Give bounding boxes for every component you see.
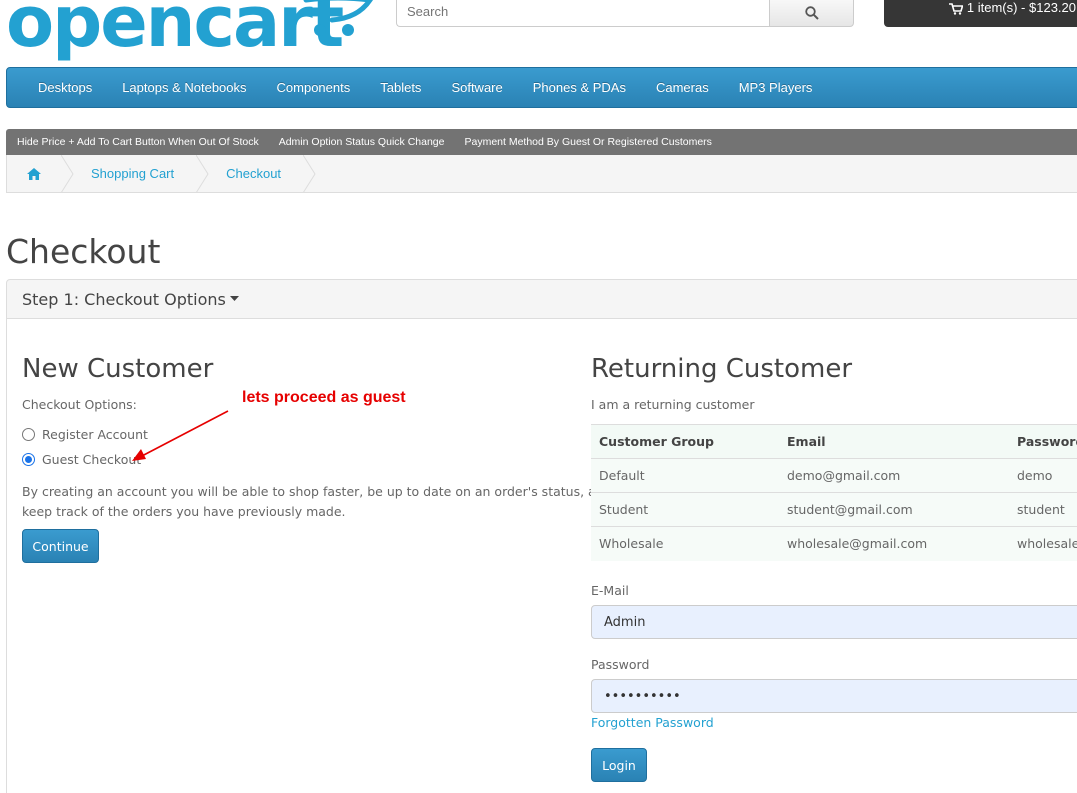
demo-credentials-table: Customer Group Email Password Default de… bbox=[591, 424, 1077, 561]
shopping-cart-icon bbox=[948, 3, 963, 15]
opencart-logo[interactable]: opencart bbox=[6, 0, 374, 63]
breadcrumb-separator bbox=[303, 154, 316, 193]
register-account-radio[interactable] bbox=[22, 428, 35, 441]
cell-email: demo@gmail.com bbox=[779, 458, 1009, 493]
promo-bar: Hide Price + Add To Cart Button When Out… bbox=[6, 129, 1077, 155]
continue-button[interactable]: Continue bbox=[22, 529, 99, 563]
returning-customer-heading: Returning Customer bbox=[591, 354, 853, 384]
cell-group: Student bbox=[591, 492, 779, 527]
menu-item-laptops[interactable]: Laptops & Notebooks bbox=[107, 80, 261, 95]
guest-checkout-label: Guest Checkout bbox=[42, 452, 142, 467]
menu-item-mp3-players[interactable]: MP3 Players bbox=[724, 80, 828, 95]
cell-email: student@gmail.com bbox=[779, 492, 1009, 527]
cart-total: 1 item(s) - $123.20 bbox=[966, 0, 1076, 15]
annotation-arrow bbox=[132, 410, 229, 461]
promo-link-admin-option[interactable]: Admin Option Status Quick Change bbox=[279, 136, 445, 148]
search-input[interactable] bbox=[396, 0, 769, 27]
cart-button[interactable]: 1 item(s) - $123.20 bbox=[884, 0, 1077, 27]
promo-link-hide-price[interactable]: Hide Price + Add To Cart Button When Out… bbox=[17, 136, 259, 148]
forgotten-password-link[interactable]: Forgotten Password bbox=[591, 715, 714, 730]
search-icon bbox=[804, 5, 819, 20]
checkout-step-1-header[interactable]: Step 1: Checkout Options bbox=[6, 279, 1077, 319]
login-button[interactable]: Login bbox=[591, 748, 647, 782]
cell-email: wholesale@gmail.com bbox=[779, 526, 1009, 561]
cart-logo-icon bbox=[303, 0, 374, 36]
checkout-options-label: Checkout Options: bbox=[22, 397, 137, 412]
table-row: Default demo@gmail.com demo bbox=[591, 458, 1077, 493]
guest-checkout-radio[interactable] bbox=[22, 453, 35, 466]
menu-item-desktops[interactable]: Desktops bbox=[23, 80, 107, 95]
main-menu: Desktops Laptops & Notebooks Components … bbox=[6, 67, 1077, 108]
breadcrumb: Shopping Cart Checkout bbox=[6, 154, 1077, 193]
email-field[interactable]: Admin bbox=[591, 605, 1077, 639]
cell-group: Wholesale bbox=[591, 526, 779, 561]
page-title: Checkout bbox=[6, 232, 161, 271]
description-line-1: By creating an account you will be able … bbox=[22, 484, 612, 499]
new-customer-heading: New Customer bbox=[22, 354, 214, 384]
menu-item-phones[interactable]: Phones & PDAs bbox=[518, 80, 641, 95]
description-line-2: keep track of the orders you have previo… bbox=[22, 504, 346, 519]
breadcrumb-separator bbox=[196, 154, 209, 193]
home-icon bbox=[27, 167, 41, 180]
guest-checkout-option[interactable]: Guest Checkout bbox=[22, 452, 141, 467]
logo-text: opencart bbox=[6, 0, 344, 63]
breadcrumb-shopping-cart[interactable]: Shopping Cart bbox=[75, 155, 196, 193]
header-password: Password bbox=[1009, 424, 1077, 459]
breadcrumb-separator bbox=[61, 154, 74, 193]
table-row: Wholesale wholesale@gmail.com wholesale bbox=[591, 526, 1077, 561]
promo-link-payment-method[interactable]: Payment Method By Guest Or Registered Cu… bbox=[464, 136, 711, 148]
menu-item-components[interactable]: Components bbox=[262, 80, 366, 95]
table-row: Student student@gmail.com student bbox=[591, 492, 1077, 527]
search-bar bbox=[396, 0, 854, 27]
caret-down-icon bbox=[229, 296, 239, 301]
password-field[interactable]: •••••••••• bbox=[591, 679, 1077, 713]
menu-item-tablets[interactable]: Tablets bbox=[365, 80, 436, 95]
cell-password: wholesale bbox=[1009, 526, 1077, 561]
table-header-row: Customer Group Email Password bbox=[591, 424, 1077, 459]
cell-password: demo bbox=[1009, 458, 1077, 493]
breadcrumb-checkout[interactable]: Checkout bbox=[210, 155, 303, 193]
header-email: Email bbox=[779, 424, 1009, 459]
returning-customer-subtitle: I am a returning customer bbox=[591, 397, 755, 412]
password-label: Password bbox=[591, 657, 650, 672]
annotation-text: lets proceed as guest bbox=[242, 389, 406, 406]
panel-title: Step 1: Checkout Options bbox=[22, 289, 226, 309]
header-customer-group: Customer Group bbox=[591, 424, 779, 459]
menu-item-cameras[interactable]: Cameras bbox=[641, 80, 724, 95]
new-customer-description: By creating an account you will be able … bbox=[22, 482, 612, 522]
search-button[interactable] bbox=[769, 0, 854, 27]
email-label: E-Mail bbox=[591, 583, 629, 598]
menu-item-software[interactable]: Software bbox=[436, 80, 517, 95]
cell-group: Default bbox=[591, 458, 779, 493]
cell-password: student bbox=[1009, 492, 1077, 527]
breadcrumb-home[interactable] bbox=[7, 155, 61, 193]
